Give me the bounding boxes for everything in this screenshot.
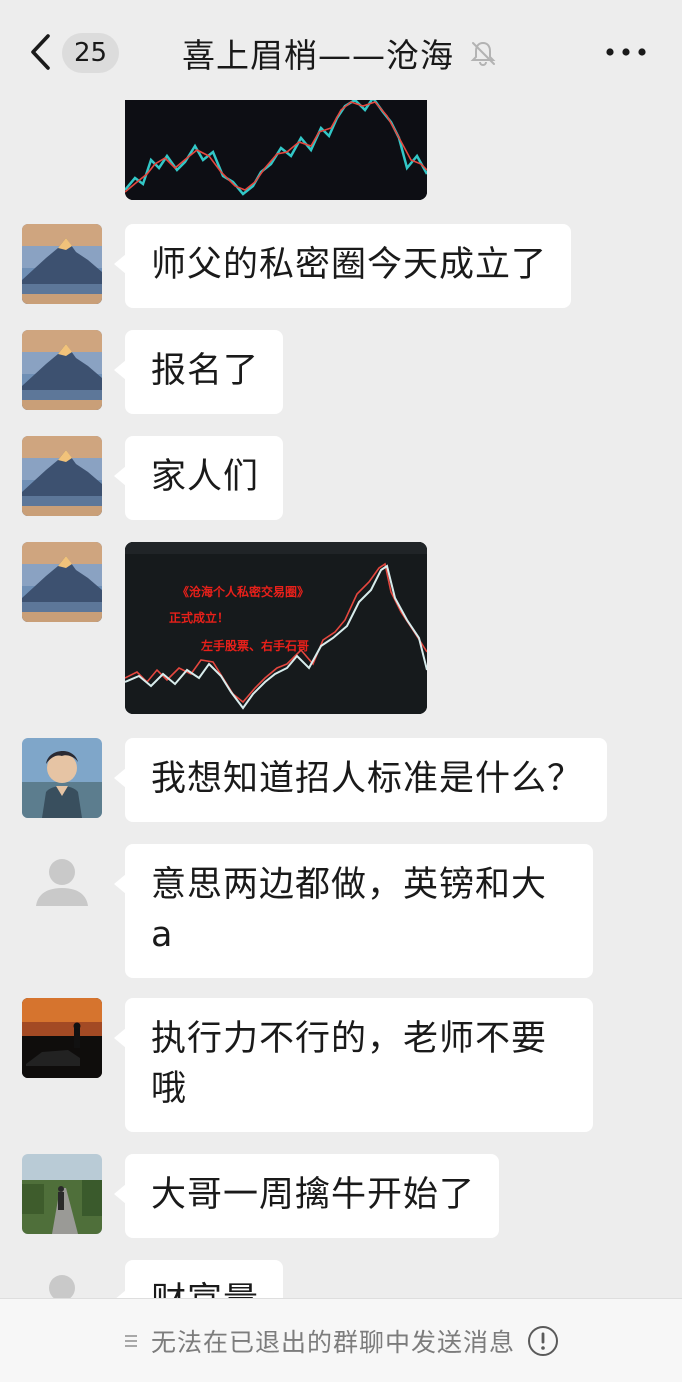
avatar-mountain[interactable] — [22, 330, 102, 410]
avatar-default[interactable] — [22, 1260, 102, 1298]
message-row: 师父的私密圈今天成立了 — [0, 224, 682, 308]
avatar-mountain[interactable] — [22, 436, 102, 516]
message-row — [0, 100, 682, 200]
chevron-left-icon — [31, 34, 50, 70]
info-circle-icon[interactable] — [527, 1325, 559, 1357]
mountain-avatar-image — [22, 330, 102, 410]
message-row: 《沧海个人私密交易圈》 正式成立！ 左手股票、右手石哥 — [0, 542, 682, 714]
message-bubble[interactable]: 意思两边都做，英镑和大a — [114, 844, 593, 978]
message-row: 大哥一周擒牛开始了 — [0, 1154, 682, 1238]
unread-count-badge[interactable]: 25 — [62, 33, 120, 73]
muted-bell-icon — [470, 41, 496, 67]
image-caption-line: 《沧海个人私密交易圈》 — [177, 584, 309, 599]
input-disabled-bar: 无法在已退出的群聊中发送消息 — [0, 1298, 682, 1382]
message-bubble[interactable]: 财富量 — [113, 1260, 284, 1298]
message-row: 家人们 — [0, 436, 682, 520]
chart-image-message[interactable] — [125, 100, 427, 200]
image-caption-line: 正式成立！ — [169, 610, 229, 625]
avatar-default[interactable] — [22, 844, 102, 924]
more-dots-icon — [606, 48, 646, 56]
group-exit-notice: 无法在已退出的群聊中发送消息 — [150, 1327, 515, 1357]
message-list[interactable]: 师父的私密圈今天成立了 报名了 家人们 《沧海个人私密交易圈》 正式成立！ 左手… — [0, 100, 682, 1298]
default-user-icon — [36, 859, 88, 906]
message-row: 执行力不行的，老师不要哦 — [0, 998, 682, 1132]
avatar-anime-guy[interactable] — [22, 738, 102, 818]
message-bubble[interactable]: 大哥一周擒牛开始了 — [113, 1154, 500, 1238]
back-button[interactable] — [26, 30, 66, 74]
image-caption-line: 左手股票、右手石哥 — [200, 638, 309, 653]
message-row: 报名了 — [0, 330, 682, 414]
message-row: 意思两边都做，英镑和大a — [0, 844, 682, 978]
message-bubble[interactable]: 师父的私密圈今天成立了 — [113, 224, 572, 308]
message-row: 我想知道招人标准是什么？ — [0, 738, 682, 822]
message-row: 财富量 — [0, 1260, 682, 1298]
stock-chart-image — [125, 100, 427, 200]
anime-character-avatar-image — [22, 738, 102, 818]
mountain-avatar-image — [22, 542, 102, 622]
default-user-icon — [49, 1275, 75, 1298]
avatar-path[interactable] — [22, 1154, 102, 1234]
more-options-button[interactable] — [604, 40, 648, 64]
message-bubble[interactable]: 我想知道招人标准是什么？ — [113, 738, 608, 822]
message-bubble[interactable]: 报名了 — [113, 330, 284, 414]
mountain-avatar-image — [22, 224, 102, 304]
avatar-mountain[interactable] — [22, 224, 102, 304]
avatar-sunset[interactable] — [22, 998, 102, 1078]
chart-image-message[interactable]: 《沧海个人私密交易圈》 正式成立！ 左手股票、右手石哥 — [125, 542, 427, 714]
message-bubble[interactable]: 执行力不行的，老师不要哦 — [114, 998, 593, 1132]
menu-lines-icon — [124, 1334, 137, 1347]
mountain-avatar-image — [22, 436, 102, 516]
message-bubble[interactable]: 家人们 — [113, 436, 284, 520]
sunset-avatar-image — [22, 998, 102, 1078]
avatar-mountain[interactable] — [22, 542, 102, 622]
chat-title-group: 喜上眉梢——沧海 — [182, 30, 498, 76]
stock-chart-image: 《沧海个人私密交易圈》 正式成立！ 左手股票、右手石哥 — [125, 542, 427, 714]
chat-title: 喜上眉梢——沧海 — [182, 36, 454, 75]
path-avatar-image — [22, 1154, 102, 1234]
chat-header: 25 喜上眉梢——沧海 — [0, 0, 682, 100]
